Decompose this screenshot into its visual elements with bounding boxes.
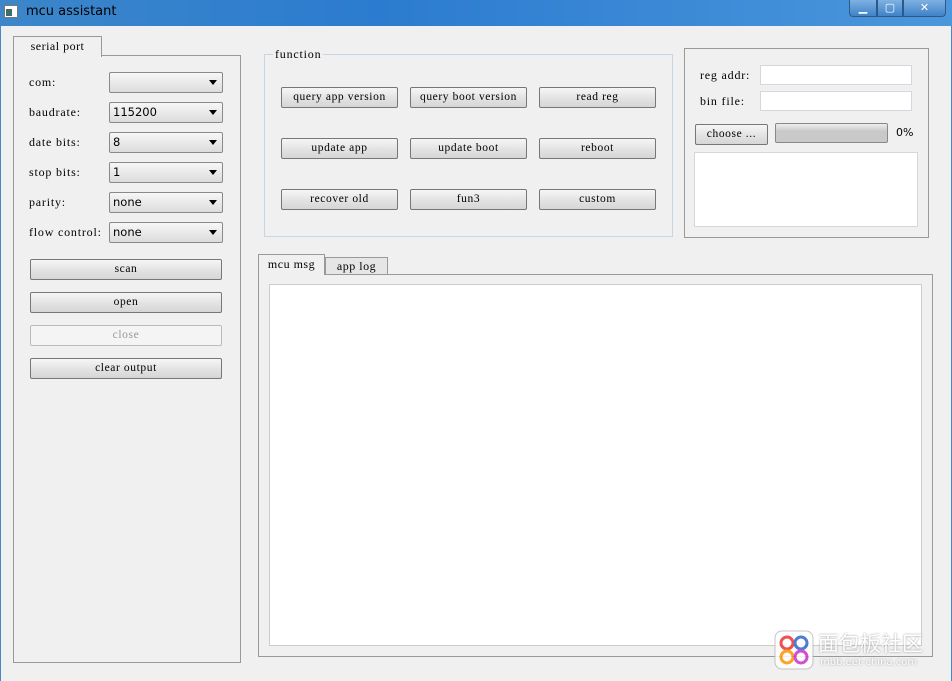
maximize-button[interactable]: ▢: [877, 0, 903, 17]
combo-value: none: [113, 195, 142, 209]
function-button[interactable]: update boot: [410, 138, 527, 159]
chevron-down-icon: [209, 230, 217, 235]
app-icon: [4, 5, 18, 18]
field-combo[interactable]: 1: [109, 162, 223, 183]
function-button[interactable]: custom: [539, 189, 656, 210]
field-label: baudrate:: [29, 105, 81, 119]
minimize-button[interactable]: ▁: [849, 0, 877, 17]
field-combo[interactable]: 8: [109, 132, 223, 153]
mcu-msg-output[interactable]: [269, 284, 922, 646]
update-log-area[interactable]: [694, 152, 918, 227]
scan-button[interactable]: scan: [30, 259, 222, 280]
field-label: flow control:: [29, 225, 102, 239]
function-button[interactable]: query boot version: [410, 87, 527, 108]
bin-file-input[interactable]: [760, 91, 912, 111]
reg-addr-input[interactable]: [760, 65, 912, 85]
combo-value: 115200: [113, 105, 157, 119]
field-label: parity:: [29, 195, 66, 209]
combo-value: none: [113, 225, 142, 239]
title-bar: mcu assistant ▁ ▢ ✕: [0, 0, 952, 26]
progress-text: 0%: [896, 126, 914, 139]
field-label: stop bits:: [29, 165, 81, 179]
function-button[interactable]: read reg: [539, 87, 656, 108]
field-combo[interactable]: none: [109, 222, 223, 243]
field-label: com:: [29, 75, 57, 89]
field-label: date bits:: [29, 135, 81, 149]
field-combo[interactable]: 115200: [109, 102, 223, 123]
watermark-logo: 面包板社区 mbb.eet-china.com: [774, 628, 942, 672]
watermark-text: 面包板社区: [818, 632, 923, 656]
function-button[interactable]: query app version: [281, 87, 398, 108]
chevron-down-icon: [209, 170, 217, 175]
function-button[interactable]: recover old: [281, 189, 398, 210]
function-button[interactable]: reboot: [539, 138, 656, 159]
function-button[interactable]: update app: [281, 138, 398, 159]
close-button[interactable]: ✕: [903, 0, 946, 17]
combo-value: 8: [113, 135, 121, 149]
chevron-down-icon: [209, 110, 217, 115]
chevron-down-icon: [209, 80, 217, 85]
close-port-button[interactable]: close: [30, 325, 222, 346]
bin-file-label: bin file:: [700, 94, 745, 108]
choose-file-button[interactable]: choose ...: [695, 124, 768, 145]
function-button[interactable]: fun3: [410, 189, 527, 210]
tab-serial-port[interactable]: serial port: [13, 36, 102, 57]
watermark-icon: [774, 630, 814, 670]
reg-addr-label: reg addr:: [700, 68, 751, 82]
open-button[interactable]: open: [30, 292, 222, 313]
field-combo[interactable]: none: [109, 192, 223, 213]
function-group-title: function: [273, 47, 324, 62]
combo-value: 1: [113, 165, 121, 179]
clear-output-button[interactable]: clear output: [30, 358, 222, 379]
progress-bar: [775, 123, 888, 143]
window-title: mcu assistant: [26, 4, 117, 19]
tab-app-log[interactable]: app log: [325, 257, 388, 275]
watermark-url: mbb.eet-china.com: [820, 657, 918, 668]
field-combo[interactable]: [109, 72, 223, 93]
chevron-down-icon: [209, 200, 217, 205]
chevron-down-icon: [209, 140, 217, 145]
tab-mcu-msg[interactable]: mcu msg: [258, 254, 325, 275]
